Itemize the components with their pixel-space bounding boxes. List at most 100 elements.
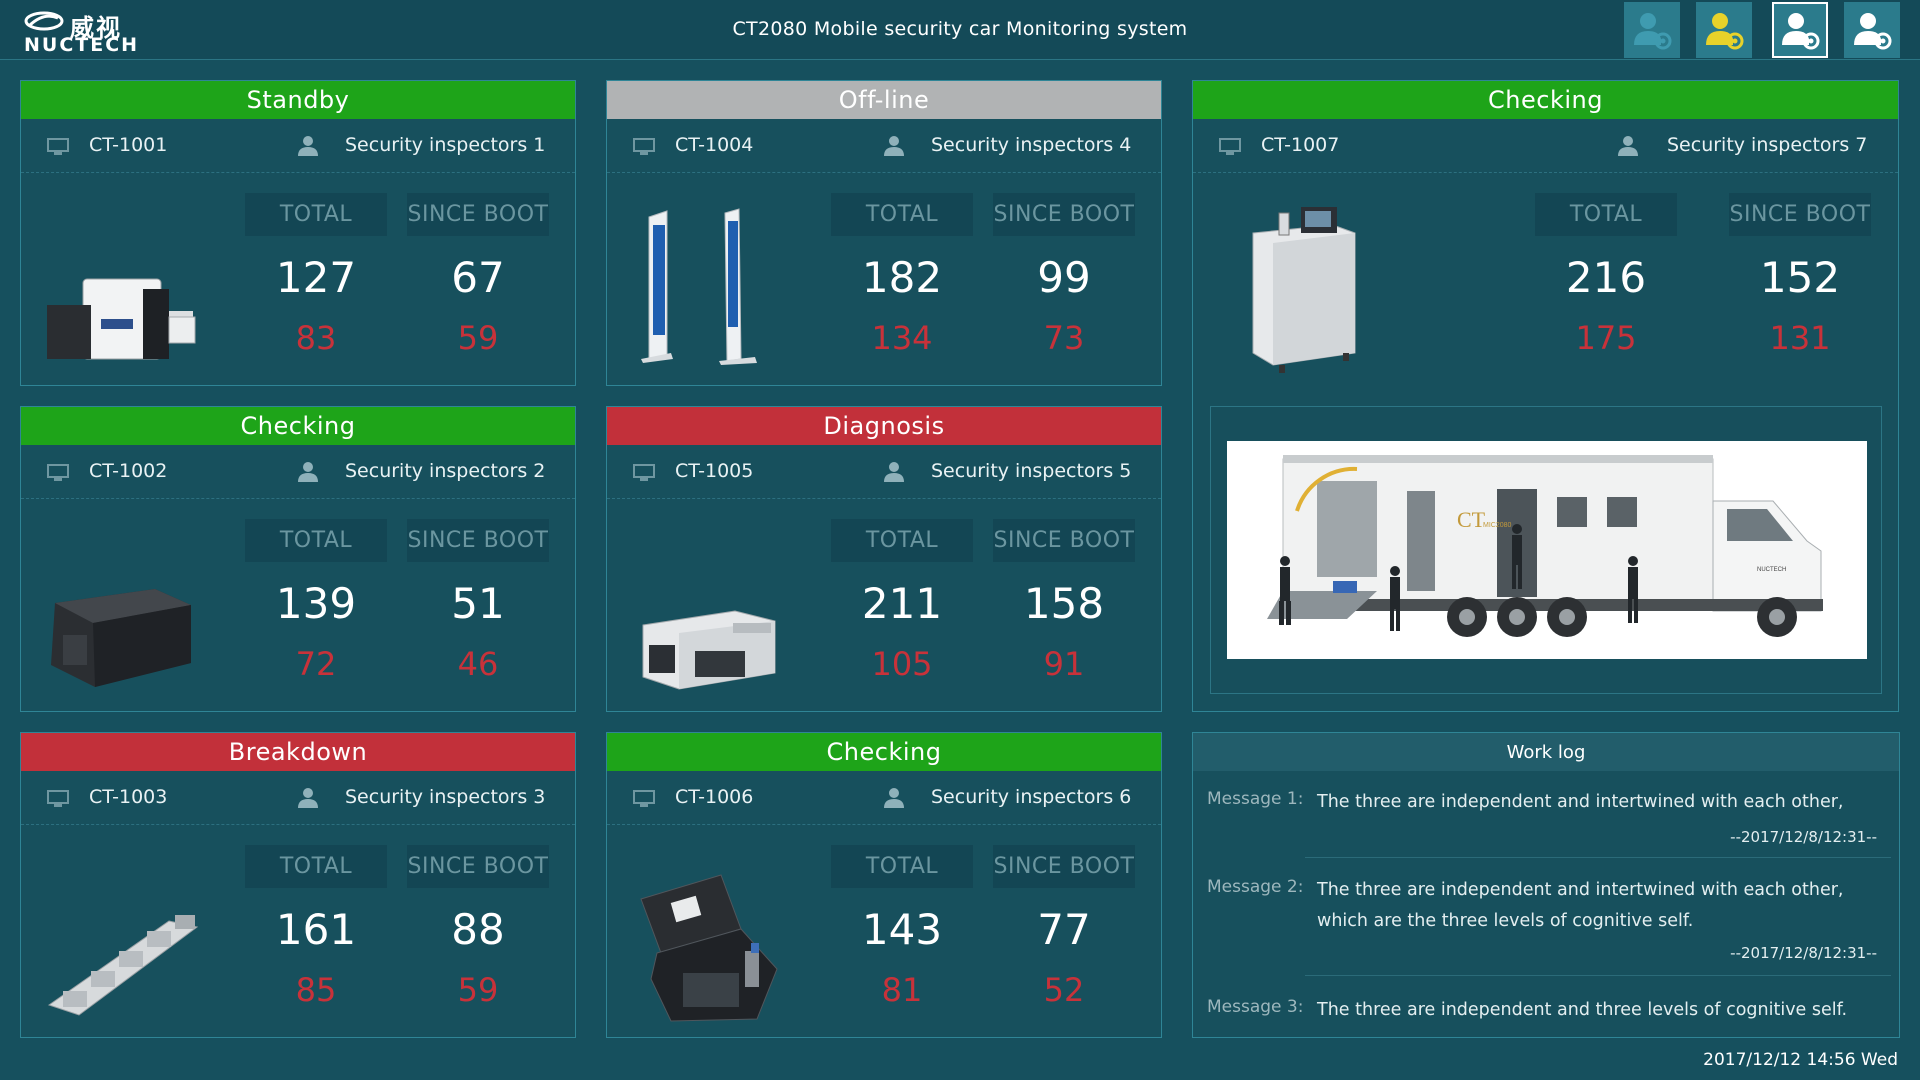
total-value: 211 xyxy=(861,579,943,628)
person-icon xyxy=(298,136,318,156)
message-text[interactable]: The three are independent and intertwine… xyxy=(1317,875,1889,937)
status-bar: Checking xyxy=(21,407,575,445)
since-boot-alert-value: 131 xyxy=(1769,319,1831,357)
message-divider xyxy=(1305,975,1891,976)
work-log-panel: Work log Message 1: The three are indepe… xyxy=(1192,732,1900,1038)
date-time-clock: 2017/12/12 14:56 Wed xyxy=(1703,1050,1898,1070)
since-boot-value: 158 xyxy=(1023,579,1105,628)
since-boot-header: SINCE BOOT xyxy=(407,193,549,236)
total-alert-value: 81 xyxy=(881,971,923,1009)
since-boot-header: SINCE BOOT xyxy=(407,519,549,562)
user-settings-button-2[interactable] xyxy=(1696,2,1752,58)
device-info-row: CT-1001 Security inspectors 1 xyxy=(21,119,575,173)
device-info-row: CT-1002 Security inspectors 2 xyxy=(21,445,575,499)
device-panel-ct-1005[interactable]: Diagnosis CT-1005 Security inspectors 5 … xyxy=(606,406,1162,712)
message-time: --2017/12/8/12:31-- xyxy=(1730,828,1877,846)
device-panel-ct-1006[interactable]: Checking CT-1006 Security inspectors 6 T… xyxy=(606,732,1162,1038)
monitor-icon xyxy=(633,138,655,155)
person-icon xyxy=(884,462,904,482)
truck-side-logo-sub: MIC2080 xyxy=(1483,522,1512,529)
device-info-row: CT-1006 Security inspectors 6 xyxy=(607,771,1161,825)
since-boot-value: 152 xyxy=(1759,253,1841,302)
message-label: Message 3: xyxy=(1207,997,1304,1017)
device-info-row: CT-1005 Security inspectors 5 xyxy=(607,445,1161,499)
person-icon xyxy=(1618,136,1638,156)
total-header: TOTAL xyxy=(831,193,973,236)
device-info-row: CT-1004 Security inspectors 4 xyxy=(607,119,1161,173)
top-header: 威视 NUCTECH CT2080 Mobile security car Mo… xyxy=(0,0,1920,60)
status-bar: Standby xyxy=(21,81,575,119)
message-text[interactable]: The three are independent and three leve… xyxy=(1317,995,1889,1026)
device-id: CT-1007 xyxy=(1261,134,1340,156)
monitor-icon xyxy=(633,790,655,807)
since-boot-alert-value: 59 xyxy=(457,971,499,1009)
since-boot-alert-value: 91 xyxy=(1043,645,1085,683)
message-divider xyxy=(1305,857,1891,858)
portable-case-image xyxy=(640,874,778,1022)
user-settings-icon xyxy=(1782,13,1820,50)
device-id: CT-1003 xyxy=(89,786,168,808)
total-header: TOTAL xyxy=(1535,193,1677,236)
total-alert-value: 105 xyxy=(871,645,933,683)
device-id: CT-1005 xyxy=(675,460,754,482)
device-id: CT-1002 xyxy=(89,460,168,482)
total-alert-value: 134 xyxy=(871,319,933,357)
total-value: 182 xyxy=(861,253,943,302)
since-boot-alert-value: 52 xyxy=(1043,971,1085,1009)
total-value: 127 xyxy=(275,253,357,302)
total-value: 139 xyxy=(275,579,357,628)
user-settings-button-1[interactable] xyxy=(1624,2,1680,58)
total-alert-value: 175 xyxy=(1575,319,1637,357)
user-settings-button-3[interactable] xyxy=(1772,2,1828,58)
monitor-icon xyxy=(47,138,69,155)
message-time: --2017/12/8/12:31-- xyxy=(1730,944,1877,962)
total-header: TOTAL xyxy=(831,845,973,888)
total-alert-value: 85 xyxy=(295,971,337,1009)
since-boot-value: 99 xyxy=(1037,253,1091,302)
device-info-row: CT-1003 Security inspectors 3 xyxy=(21,771,575,825)
since-boot-header: SINCE BOOT xyxy=(993,845,1135,888)
desktop-scanner-image xyxy=(51,589,191,687)
since-boot-value: 67 xyxy=(451,253,505,302)
person-icon xyxy=(298,462,318,482)
monitor-icon xyxy=(1219,138,1241,155)
device-id: CT-1004 xyxy=(675,134,754,156)
device-id: CT-1006 xyxy=(675,786,754,808)
since-boot-alert-value: 73 xyxy=(1043,319,1085,357)
device-panel-ct-1004[interactable]: Off-line CT-1004 Security inspectors 4 T… xyxy=(606,80,1162,386)
message-label: Message 1: xyxy=(1207,789,1304,809)
inspector-name: Security inspectors 3 xyxy=(345,786,546,808)
total-value: 143 xyxy=(861,905,943,954)
mobile-security-truck-image: CT MIC2080 NUCTECH xyxy=(1227,441,1867,659)
device-id: CT-1001 xyxy=(89,134,168,156)
message-text[interactable]: The three are independent and intertwine… xyxy=(1317,787,1889,818)
status-bar: Checking xyxy=(607,733,1161,771)
device-info-row: CT-1007 Security inspectors 7 xyxy=(1193,119,1898,173)
user-settings-icon xyxy=(1706,13,1744,50)
liquid-scanner-image xyxy=(1252,207,1356,373)
total-alert-value: 83 xyxy=(295,319,337,357)
device-panel-ct-1002[interactable]: Checking CT-1002 Security inspectors 2 T… xyxy=(20,406,576,712)
work-log-title: Work log xyxy=(1193,733,1899,771)
since-boot-value: 77 xyxy=(1037,905,1091,954)
user-settings-button-4[interactable] xyxy=(1844,2,1900,58)
inspector-name: Security inspectors 7 xyxy=(1667,134,1868,156)
total-header: TOTAL xyxy=(245,193,387,236)
monitor-icon xyxy=(47,464,69,481)
device-panel-ct-1001[interactable]: Standby CT-1001 Security inspectors 1 TO… xyxy=(20,80,576,386)
conveyor-line-image xyxy=(47,915,199,1016)
ct-scanner-machine-image xyxy=(47,278,196,360)
since-boot-alert-value: 59 xyxy=(457,319,499,357)
device-panel-ct-1003[interactable]: Breakdown CT-1003 Security inspectors 3 … xyxy=(20,732,576,1038)
monitor-icon xyxy=(633,464,655,481)
since-boot-header: SINCE BOOT xyxy=(407,845,549,888)
status-bar: Breakdown xyxy=(21,733,575,771)
status-bar: Diagnosis xyxy=(607,407,1161,445)
user-settings-icon xyxy=(1854,13,1892,50)
truck-brand: NUCTECH xyxy=(1757,567,1786,573)
mobile-security-truck-frame: CT MIC2080 NUCTECH xyxy=(1210,406,1882,694)
total-value: 161 xyxy=(275,905,357,954)
inspector-name: Security inspectors 5 xyxy=(931,460,1132,482)
inspector-name: Security inspectors 4 xyxy=(931,134,1132,156)
inspector-name: Security inspectors 6 xyxy=(931,786,1132,808)
